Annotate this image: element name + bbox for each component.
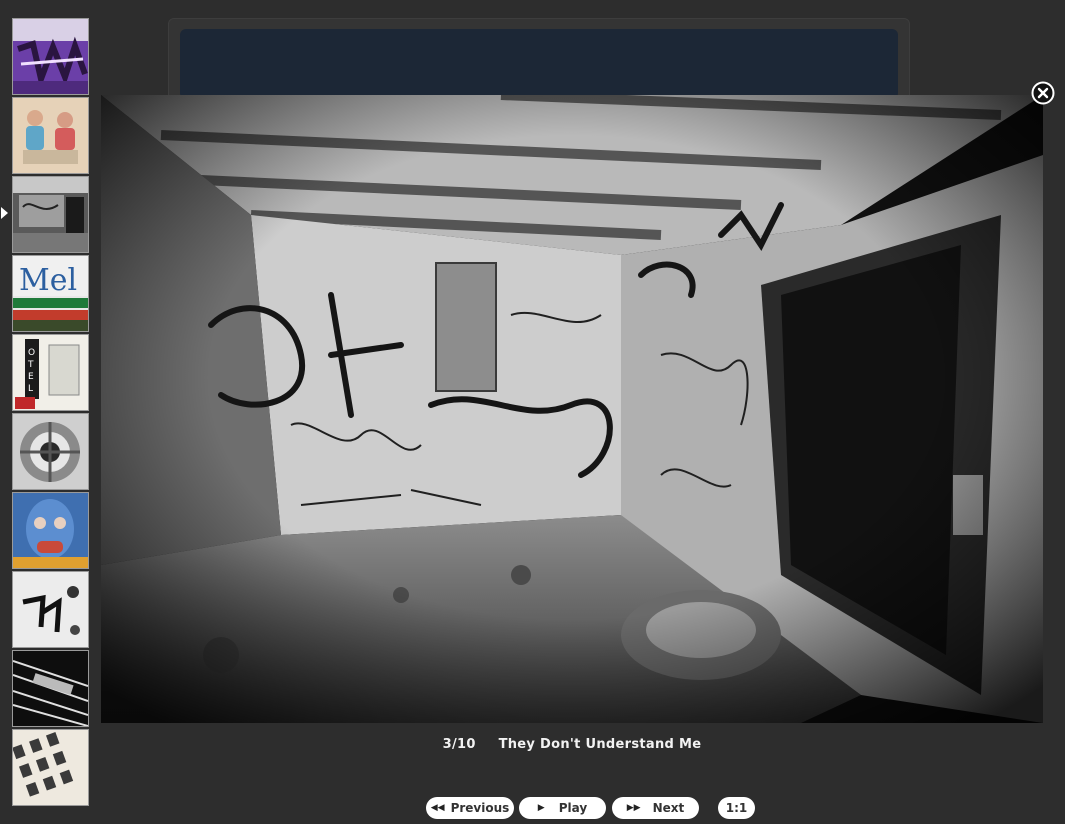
thumbnail-1-purple-graffiti[interactable] <box>12 18 89 95</box>
image-title: They Don't Understand Me <box>498 737 702 752</box>
play-icon: ▶ <box>537 803 545 813</box>
actual-size-label: 1:1 <box>725 801 748 815</box>
svg-text:T: T <box>27 360 34 370</box>
background-page-header <box>180 29 898 99</box>
close-icon <box>1031 81 1055 105</box>
image-counter: 3/10 <box>442 737 476 752</box>
next-label: Next <box>652 801 685 815</box>
close-button[interactable] <box>1031 81 1055 105</box>
fast-forward-icon: ▶▶ <box>626 803 641 813</box>
thumbnail-8-bw-graffiti[interactable] <box>12 571 89 648</box>
previous-label: Previous <box>450 801 510 815</box>
play-label: Play <box>558 801 588 815</box>
next-button[interactable]: ▶▶ Next <box>612 797 699 819</box>
thumbnail-7-blue-mask[interactable] <box>12 492 89 569</box>
svg-text:L: L <box>28 384 33 394</box>
thumbnail-10-building-windows[interactable] <box>12 729 89 806</box>
svg-text:Mel: Mel <box>19 263 77 298</box>
main-photo <box>101 95 1043 723</box>
slideshow-controls: ◀◀ Previous ▶ Play ▶▶ Next 1:1 <box>0 797 1065 821</box>
thumbnail-6-engine[interactable] <box>12 413 89 490</box>
selected-thumbnail-arrow-icon <box>1 207 8 219</box>
svg-text:O: O <box>28 348 35 358</box>
thumbnail-4-mels-sign[interactable]: Mel <box>12 255 89 332</box>
rewind-icon: ◀◀ <box>430 803 445 813</box>
image-caption: 3/10 They Don't Understand Me <box>101 737 1043 752</box>
thumbnail-5-hotel-sign[interactable]: OTEL <box>12 334 89 411</box>
thumbnail-9-bw-lines[interactable] <box>12 650 89 727</box>
previous-button[interactable]: ◀◀ Previous <box>426 797 514 819</box>
thumbnail-3-graffiti-room[interactable] <box>12 176 89 253</box>
thumbnail-2-blurred-people[interactable] <box>12 97 89 174</box>
actual-size-button[interactable]: 1:1 <box>718 797 755 819</box>
svg-text:E: E <box>28 372 34 382</box>
play-button[interactable]: ▶ Play <box>519 797 606 819</box>
